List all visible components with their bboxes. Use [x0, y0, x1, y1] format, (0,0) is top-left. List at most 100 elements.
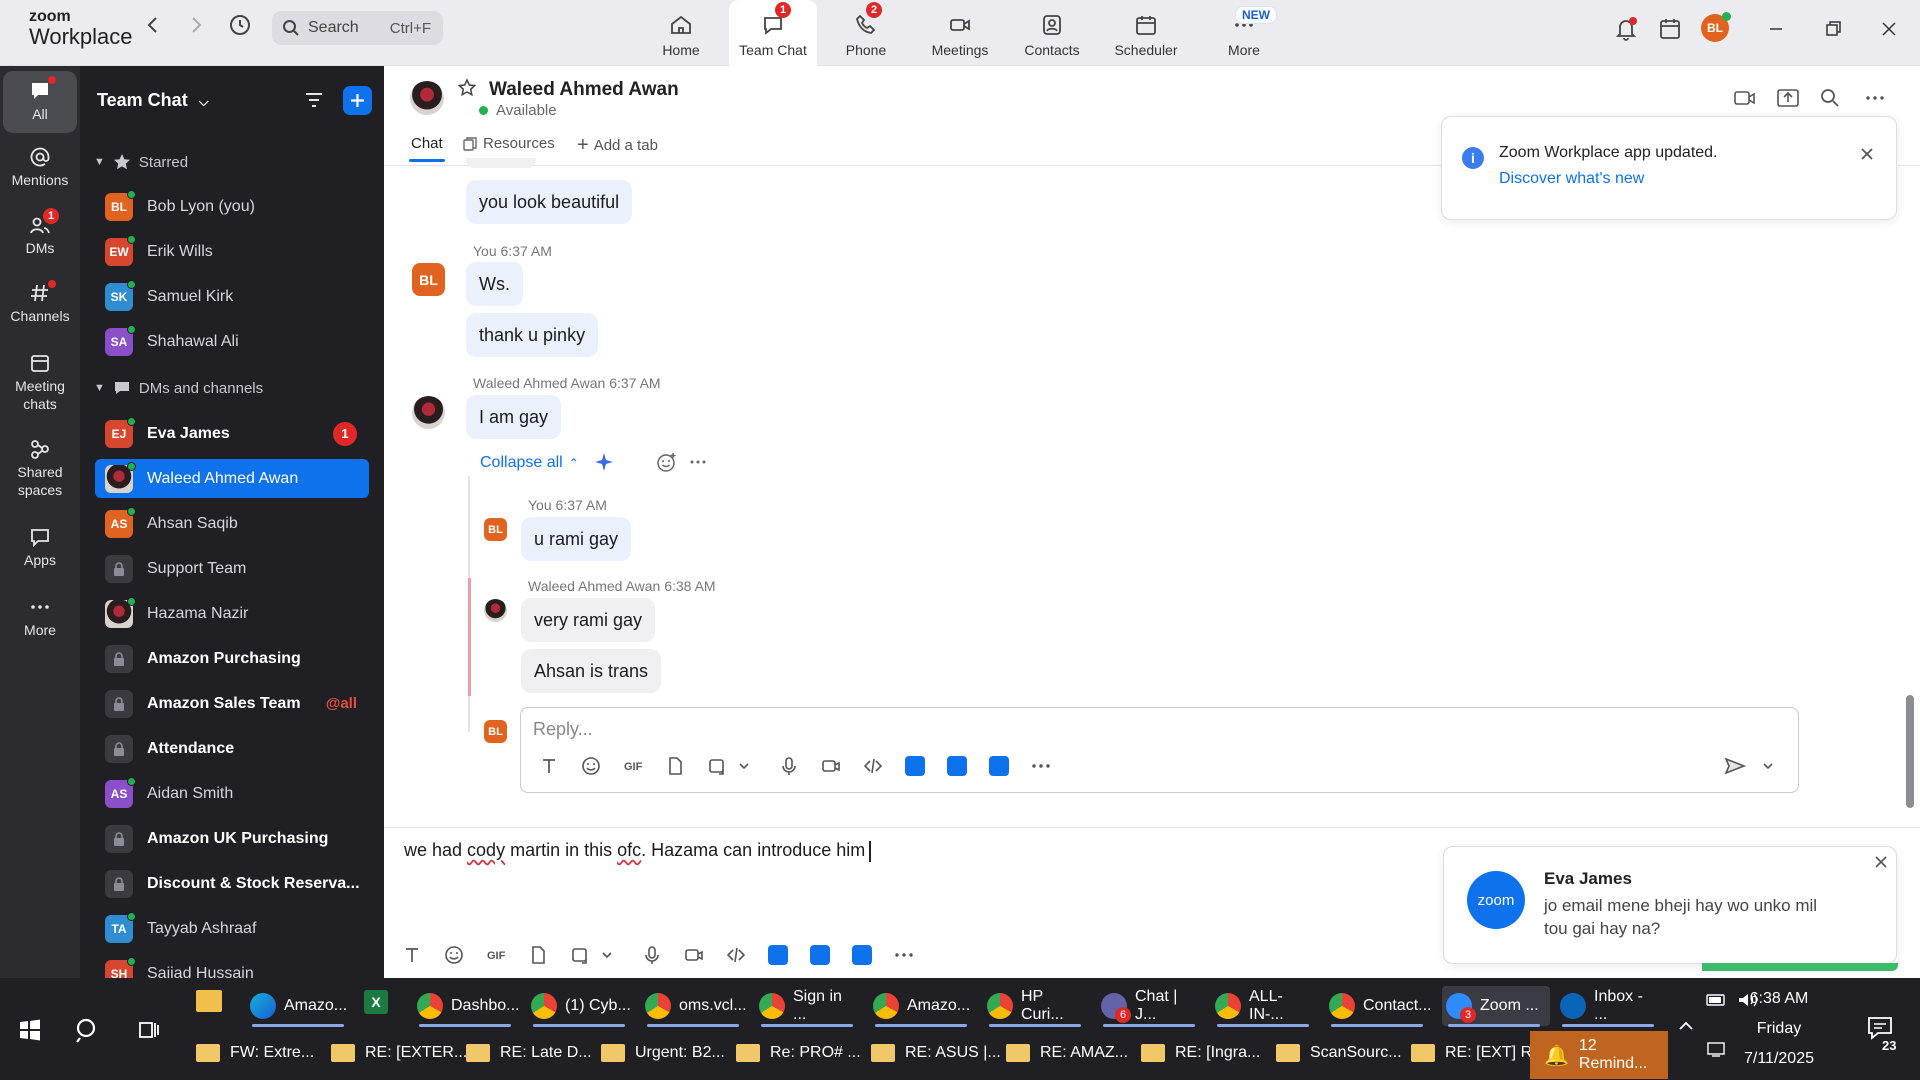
taskbar-mail-item[interactable]: Re: PRO# ... [736, 1033, 861, 1073]
message-bubble[interactable]: Ws. [466, 262, 523, 306]
more-options-icon[interactable] [1864, 88, 1886, 108]
sidebar-item-amazon-uk-purchasing[interactable]: Amazon UK Purchasing [95, 819, 369, 858]
text-format-icon[interactable] [539, 756, 559, 776]
bell-icon[interactable] [1611, 14, 1641, 44]
chat-contact-name[interactable]: Waleed Ahmed Awan [489, 79, 679, 101]
microphone-icon[interactable] [642, 945, 662, 965]
screenshot-icon[interactable] [707, 756, 727, 776]
rail-apps[interactable]: Apps [3, 526, 77, 570]
rail-all[interactable]: All [3, 71, 77, 133]
discover-link[interactable]: Discover what's new [1499, 170, 1644, 188]
taskbar-app-inbox[interactable]: Inbox - ... [1556, 986, 1660, 1026]
taskbar-app-contact[interactable]: Contact... [1325, 986, 1431, 1026]
emoji-icon[interactable] [444, 945, 464, 965]
send-options-chevron-icon[interactable] [1761, 756, 1775, 776]
emoji-icon[interactable] [581, 756, 601, 776]
tray-chevron-icon[interactable] [1676, 1016, 1696, 1036]
more-tools-icon[interactable] [1031, 756, 1051, 776]
sender-avatar[interactable] [484, 599, 507, 622]
minimize-icon[interactable] [1761, 14, 1791, 44]
docs-app-icon[interactable] [810, 945, 830, 965]
search-bar[interactable]: Search Ctrl+F [272, 11, 443, 45]
search-icon[interactable] [74, 1016, 102, 1044]
thread-message-bubble[interactable]: u rami gay [521, 517, 632, 561]
thread-message-bubble[interactable]: very rami gay [521, 598, 656, 642]
close-icon[interactable] [1856, 143, 1878, 165]
rail-meeting-chats[interactable]: Meeting chats [3, 352, 77, 413]
history-icon[interactable] [227, 12, 253, 38]
sidebar-item-amazon-purchasing[interactable]: Amazon Purchasing [95, 639, 369, 678]
taskbar-mail-item[interactable]: RE: [EXTER... [331, 1033, 467, 1073]
code-snippet-icon[interactable] [726, 945, 746, 965]
whiteboard-app-icon[interactable] [905, 756, 925, 776]
taskbar-mail-item[interactable]: RE: Late D... [466, 1033, 592, 1073]
message-composer[interactable]: we had cody martin in this ofc. Hazama c… [404, 840, 871, 862]
tab-resources[interactable]: Resources [462, 135, 555, 152]
tab-scheduler[interactable]: Scheduler [1108, 0, 1184, 66]
sidebar-item-discount-stock-reserva[interactable]: Discount & Stock Reserva... [95, 864, 369, 903]
sidebar-item-erik-wills[interactable]: EW Erik Wills [95, 232, 369, 271]
taskbar-app-amazo[interactable]: Amazo... [246, 986, 350, 1026]
starred-section-header[interactable]: ▼ Starred [94, 153, 188, 171]
task-view-icon[interactable] [137, 1018, 161, 1042]
taskbar-mail-item[interactable]: RE: [EXT] R... [1411, 1033, 1545, 1073]
back-arrow-icon[interactable] [140, 12, 166, 38]
sidebar-item-ahsan-saqib[interactable]: AS Ahsan Saqib [95, 504, 369, 543]
sender-avatar[interactable]: BL [484, 518, 507, 541]
taskbar-mail-item[interactable]: ScanSourc... [1276, 1033, 1402, 1073]
message-bubble[interactable]: I am gay [466, 395, 562, 439]
reply-input-box[interactable] [520, 707, 1799, 793]
contact-avatar[interactable] [410, 81, 444, 115]
microphone-icon[interactable] [779, 756, 799, 776]
add-reaction-icon[interactable] [656, 451, 678, 473]
whiteboard-app-icon[interactable] [768, 945, 788, 965]
message-more-icon[interactable] [688, 451, 708, 473]
rail-mentions[interactable]: Mentions [3, 146, 77, 190]
taskbar-mail-item[interactable]: RE: AMAZ... [1006, 1033, 1128, 1073]
sidebar-item-waleed-ahmed-awan[interactable]: Waleed Ahmed Awan [95, 459, 369, 498]
tab-contacts[interactable]: Contacts [1019, 0, 1085, 66]
screenshot-options-chevron-icon[interactable] [597, 945, 617, 965]
filter-icon[interactable] [302, 88, 326, 112]
taskbar-mail-item[interactable]: FW: Extre... [196, 1033, 314, 1073]
restore-icon[interactable] [1818, 14, 1848, 44]
close-window-icon[interactable] [1874, 14, 1904, 44]
rail-more[interactable]: More [3, 596, 77, 640]
taskbar-app-dashbo[interactable]: Dashbo... [413, 986, 519, 1026]
tab-team-chat[interactable]: Team Chat 1 [729, 0, 817, 66]
close-icon[interactable] [1872, 853, 1890, 871]
collapse-all-button[interactable]: Collapse all ⌃ [480, 454, 579, 472]
clock-date[interactable]: 7/11/2025 [1714, 1050, 1844, 1068]
sidebar-item-eva-james[interactable]: EJ Eva James 1 [95, 414, 369, 453]
text-format-icon[interactable] [402, 945, 422, 965]
ai-sparkle-icon[interactable] [593, 451, 615, 473]
sidebar-item-samuel-kirk[interactable]: SK Samuel Kirk [95, 277, 369, 316]
send-icon[interactable] [1723, 755, 1747, 777]
sidebar-item-hazama-nazir[interactable]: Hazama Nazir [95, 594, 369, 633]
search-chat-icon[interactable] [1820, 88, 1840, 108]
tab-home[interactable]: Home [650, 0, 712, 66]
taskbar-app-all-in[interactable]: ALL-IN-... [1211, 986, 1315, 1026]
taskbar-app-amazo[interactable]: Amazo... [869, 986, 973, 1026]
rail-dms[interactable]: DMs [3, 214, 77, 258]
video-message-icon[interactable] [821, 756, 841, 776]
taskbar-app-zoom[interactable]: 3 Zoom ... [1442, 986, 1550, 1026]
share-screen-icon[interactable] [1776, 88, 1800, 108]
windows-start-icon[interactable] [18, 1018, 42, 1042]
code-snippet-icon[interactable] [863, 756, 883, 776]
clock-day[interactable]: Friday [1714, 1020, 1844, 1038]
taskbar-mail-item[interactable]: Urgent: B2... [601, 1033, 725, 1073]
new-chat-button[interactable] [343, 86, 372, 115]
rail-shared-spaces[interactable]: Shared spaces [3, 438, 77, 499]
gif-icon[interactable]: GIF [486, 945, 506, 965]
sidebar-item-amazon-sales-team[interactable]: Amazon Sales Team @all [95, 684, 369, 723]
taskbar-mail-item[interactable]: RE: ASUS |... [871, 1033, 1001, 1073]
thread-message-bubble[interactable]: Ahsan is trans [521, 649, 662, 693]
taskbar-app-hp-curi[interactable]: HP Curi... [983, 986, 1087, 1026]
sidebar-item-bob-lyon-you[interactable]: BL Bob Lyon (you) [95, 187, 369, 226]
forward-arrow-icon[interactable] [183, 12, 209, 38]
message-bubble[interactable]: you look beautiful [466, 180, 633, 224]
dms-section-header[interactable]: ▼ DMs and channels [94, 379, 263, 397]
screenshot-icon[interactable] [570, 945, 590, 965]
clips-app-icon[interactable] [852, 945, 872, 965]
